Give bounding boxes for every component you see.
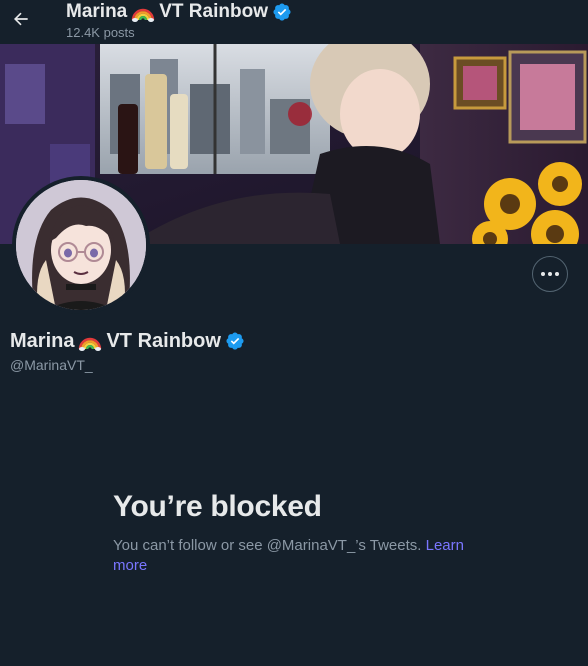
rainbow-emoji-icon <box>132 8 155 22</box>
profile-handle: @MarinaVT_ <box>10 357 93 373</box>
arrow-left-icon <box>14 12 28 26</box>
profile-avatar[interactable] <box>12 176 150 314</box>
header-name-text: Marina <box>66 1 128 22</box>
avatar-image <box>16 180 146 310</box>
profile-display-name: Marina VT Rainbow <box>10 329 245 353</box>
profile-name-text: Marina <box>10 329 75 352</box>
top-bar: Marina VT Rainbow 12.4K posts <box>0 0 588 44</box>
blocked-message: You can’t follow or see @MarinaVT_’s Twe… <box>113 536 478 576</box>
header-display-name: Marina VT Rainbow <box>66 0 292 24</box>
verified-badge-icon <box>273 3 291 21</box>
profile-page: Marina VT Rainbow 12.4K posts Marina VT … <box>0 0 588 666</box>
back-button[interactable] <box>8 6 34 32</box>
verified-badge-icon <box>226 332 244 350</box>
more-options-button[interactable] <box>532 256 568 292</box>
profile-name-suffix: VT Rainbow <box>106 329 221 352</box>
header-name-suffix: VT Rainbow <box>159 1 268 22</box>
more-horizontal-icon <box>540 272 561 276</box>
blocked-title: You’re blocked <box>113 490 322 523</box>
blocked-message-text: You can’t follow or see @MarinaVT_’s Twe… <box>113 537 426 554</box>
posts-count: 12.4K posts <box>66 25 135 40</box>
rainbow-emoji-icon <box>79 337 102 351</box>
